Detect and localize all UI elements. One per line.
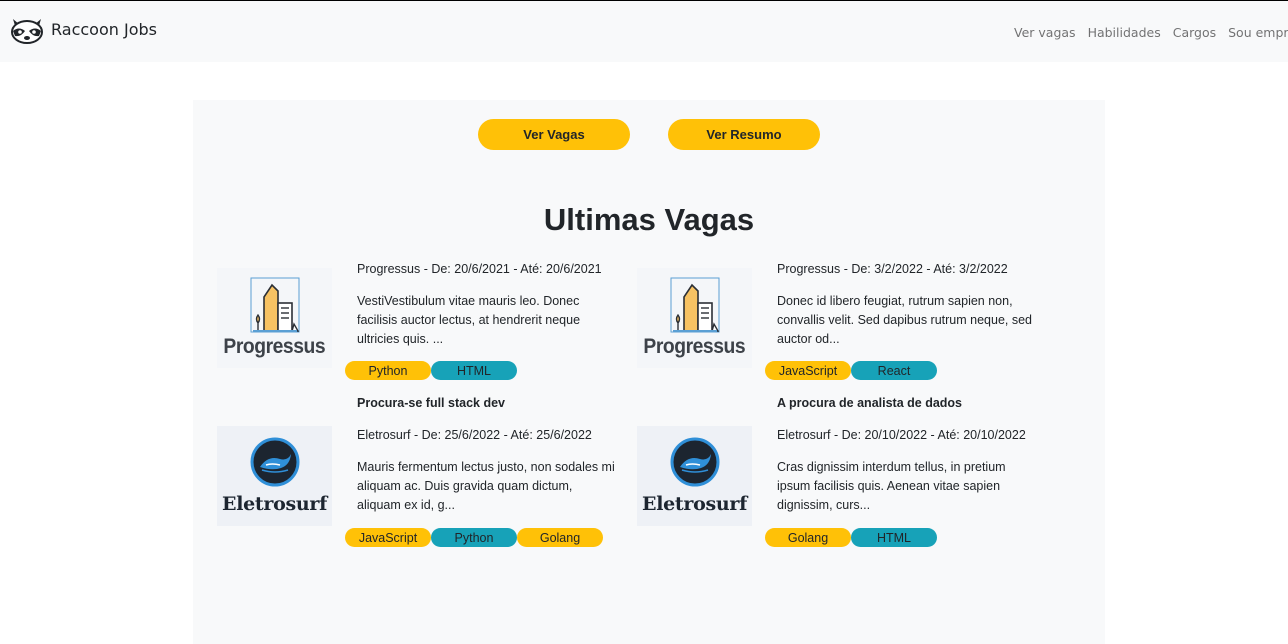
job-title[interactable]: A procura de analista de dados xyxy=(777,396,962,410)
nav-link-sou-empresa[interactable]: Sou empresa xyxy=(1228,25,1288,40)
job-description: VestiVestibulum vitae mauris leo. Donec … xyxy=(357,294,581,346)
company-logo-text: Eletrosurf xyxy=(222,493,327,515)
job-description: Donec id libero feugiat, rutrum sapien n… xyxy=(777,294,1033,346)
company-logo-eletrosurf: Eletrosurf xyxy=(217,426,332,526)
building-icon xyxy=(250,277,299,333)
tag-badge: Golang xyxy=(517,528,603,547)
company-logo-text: Progressus xyxy=(223,335,326,358)
tag-badge: JavaScript xyxy=(765,361,851,380)
tag-badge: HTML xyxy=(851,528,937,547)
job-tags: Python HTML xyxy=(345,361,517,380)
tag-badge: HTML xyxy=(431,361,517,380)
tag-badge: Golang xyxy=(765,528,851,547)
nav-link-cargos[interactable]: Cargos xyxy=(1173,25,1216,40)
job-tags: Golang HTML xyxy=(765,528,937,547)
tag-badge: React xyxy=(851,361,937,380)
section-title: Ultimas Vagas xyxy=(543,202,755,237)
company-logo-progressus: Progressus xyxy=(217,268,332,368)
brand-name: Raccoon Jobs xyxy=(51,20,157,39)
job-tags: JavaScript React xyxy=(765,361,937,380)
whale-icon xyxy=(250,437,299,487)
nav-link-ver-vagas[interactable]: Ver vagas xyxy=(1014,25,1076,40)
company-logo-progressus: Progressus xyxy=(637,268,752,368)
job-meta: Eletrosurf - De: 20/10/2022 - Até: 20/10… xyxy=(777,428,1026,442)
whale-icon xyxy=(670,437,719,487)
brand[interactable]: Raccoon Jobs xyxy=(10,15,157,45)
tag-badge: Python xyxy=(345,361,431,380)
main-panel xyxy=(193,100,1105,644)
building-icon xyxy=(670,277,719,333)
job-meta: Progressus - De: 20/6/2021 - Até: 20/6/2… xyxy=(357,262,602,276)
ver-resumo-button[interactable]: Ver Resumo xyxy=(668,119,820,150)
job-title[interactable]: Procura-se full stack dev xyxy=(357,396,505,410)
raccoon-icon xyxy=(10,15,44,45)
ver-vagas-button[interactable]: Ver Vagas xyxy=(478,119,630,150)
job-tags: JavaScript Python Golang xyxy=(345,528,603,547)
navbar: Raccoon Jobs Ver vagas Habilidades Cargo… xyxy=(0,1,1288,62)
company-logo-text: Eletrosurf xyxy=(642,493,747,515)
tag-badge: Python xyxy=(431,528,517,547)
job-description: Cras dignissim interdum tellus, in preti… xyxy=(777,460,1006,512)
job-description: Mauris fermentum lectus justo, non sodal… xyxy=(357,460,615,512)
tag-badge: JavaScript xyxy=(345,528,431,547)
nav-link-habilidades[interactable]: Habilidades xyxy=(1088,25,1161,40)
nav-links: Ver vagas Habilidades Cargos Sou empresa xyxy=(1014,25,1288,40)
job-meta: Progressus - De: 3/2/2022 - Até: 3/2/202… xyxy=(777,262,1008,276)
job-meta: Eletrosurf - De: 25/6/2022 - Até: 25/6/2… xyxy=(357,428,592,442)
company-logo-eletrosurf: Eletrosurf xyxy=(637,426,752,526)
company-logo-text: Progressus xyxy=(643,335,746,358)
